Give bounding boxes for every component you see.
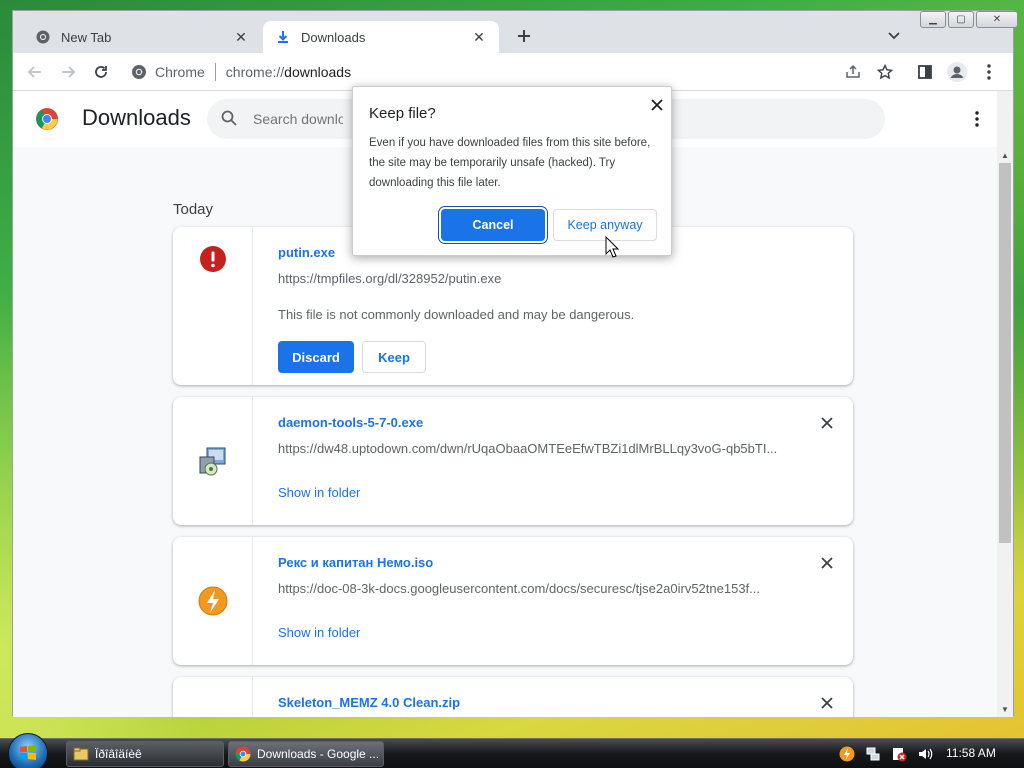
close-window-button[interactable]: ✕ [976, 11, 1018, 28]
scroll-thumb[interactable] [999, 163, 1011, 543]
file-url-link[interactable]: https://tmpfiles.org/dl/328952/putin.exe [278, 271, 501, 286]
divider [214, 63, 216, 81]
chrome-logo-icon [35, 107, 59, 131]
window-controls: ▁ ▢ ✕ [918, 11, 1018, 28]
system-tray [838, 743, 942, 765]
keep-file-dialog: Keep file? Even if you have downloaded f… [352, 86, 672, 256]
scroll-up-arrow-icon[interactable]: ▲ [997, 147, 1013, 163]
section-date-label: Today [173, 201, 214, 218]
maximize-button[interactable]: ▢ [948, 11, 974, 28]
tab-strip: New Tab ✕ Downloads ✕ ▁ ▢ ✕ [13, 11, 1018, 53]
volume-icon[interactable] [916, 745, 934, 763]
show-in-folder-link[interactable]: Show in folder [278, 625, 360, 640]
tab-downloads[interactable]: Downloads ✕ [263, 21, 499, 53]
kebab-menu-icon[interactable] [979, 62, 999, 82]
dialog-title: Keep file? [369, 105, 436, 122]
start-button[interactable] [8, 733, 48, 768]
tab-title: Downloads [301, 29, 366, 45]
address-bar[interactable]: Chrome chrome://downloads [121, 57, 866, 87]
tab-new-tab[interactable]: New Tab ✕ [23, 21, 261, 53]
icon-column [173, 677, 253, 717]
network-icon[interactable] [864, 745, 882, 763]
mouse-cursor-icon [605, 235, 620, 258]
url-scheme: chrome:// [225, 64, 285, 80]
chrome-icon [131, 64, 147, 80]
share-icon[interactable] [843, 62, 863, 82]
url-path: downloads [284, 64, 352, 80]
file-name-link[interactable]: putin.exe [278, 245, 335, 260]
star-icon[interactable] [875, 62, 895, 82]
taskbar: Ïðîâîäíèê Downloads - Google ... 11:58 A… [0, 733, 1024, 768]
search-input[interactable] [253, 111, 343, 127]
close-icon[interactable]: ✕ [471, 29, 487, 45]
download-item: Рекс и капитан Немо.iso https://doc-08-3… [173, 537, 853, 665]
file-name-link[interactable]: daemon-tools-5-7-0.exe [278, 415, 423, 430]
file-url-link[interactable]: https://dw48.uptodown.com/dwn/rUqaObaaOM… [278, 441, 777, 456]
explorer-icon [73, 746, 89, 762]
cancel-button[interactable]: Cancel [441, 209, 545, 241]
show-in-folder-link[interactable]: Show in folder [278, 485, 360, 500]
new-tab-button[interactable] [513, 25, 535, 47]
danger-warning-text: This file is not commonly downloaded and… [278, 307, 635, 322]
file-url-link[interactable]: https://doc-08-3k-docs.googleusercontent… [278, 581, 760, 596]
taskbar-button-label: Downloads - Google ... [257, 747, 380, 761]
search-icon [221, 110, 239, 128]
file-name-link[interactable]: Skeleton_MEMZ 4.0 Clean.zip [278, 695, 460, 710]
taskbar-button-chrome[interactable]: Downloads - Google ... [228, 741, 384, 767]
taskbar-button-explorer[interactable]: Ïðîâîäíèê [66, 741, 224, 767]
installer-icon [197, 445, 229, 477]
taskbar-button-label: Ïðîâîäíèê [95, 747, 142, 761]
download-item: Skeleton_MEMZ 4.0 Clean.zip [173, 677, 853, 717]
remove-icon[interactable] [819, 695, 835, 711]
daemon-tools-icon [197, 585, 229, 617]
downloads-menu-icon[interactable] [967, 109, 987, 129]
chevron-down-icon[interactable] [885, 27, 903, 45]
clock[interactable]: 11:58 AM [946, 746, 996, 760]
icon-column [173, 397, 253, 525]
back-arrow-icon[interactable] [25, 62, 45, 82]
page-scrollbar[interactable]: ▲ ▼ [997, 91, 1013, 717]
close-icon[interactable] [647, 95, 667, 115]
dialog-message: Even if you have downloaded files from t… [369, 137, 651, 189]
profile-avatar[interactable] [947, 62, 967, 82]
daemon-tools-tray-icon[interactable] [838, 745, 856, 763]
security-alert-icon[interactable] [890, 745, 908, 763]
chrome-icon [35, 29, 51, 45]
icon-column [173, 537, 253, 665]
download-icon [275, 29, 291, 45]
site-label: Chrome [155, 64, 205, 80]
chrome-icon [235, 746, 251, 762]
danger-icon [197, 243, 229, 275]
remove-icon[interactable] [819, 555, 835, 571]
download-item: daemon-tools-5-7-0.exe https://dw48.upto… [173, 397, 853, 525]
scroll-down-arrow-icon[interactable]: ▼ [997, 701, 1013, 717]
reload-icon[interactable] [91, 62, 111, 82]
minimize-button[interactable]: ▁ [920, 11, 946, 28]
forward-arrow-icon[interactable] [58, 62, 78, 82]
page-title: Downloads [82, 105, 191, 130]
file-name-link[interactable]: Рекс и капитан Немо.iso [278, 555, 433, 570]
icon-column [173, 227, 253, 385]
remove-icon[interactable] [819, 415, 835, 431]
keep-button[interactable]: Keep [362, 341, 426, 373]
close-icon[interactable]: ✕ [233, 29, 249, 45]
discard-button[interactable]: Discard [278, 341, 354, 373]
tab-title: New Tab [61, 29, 112, 45]
side-panel-icon[interactable] [915, 62, 935, 82]
